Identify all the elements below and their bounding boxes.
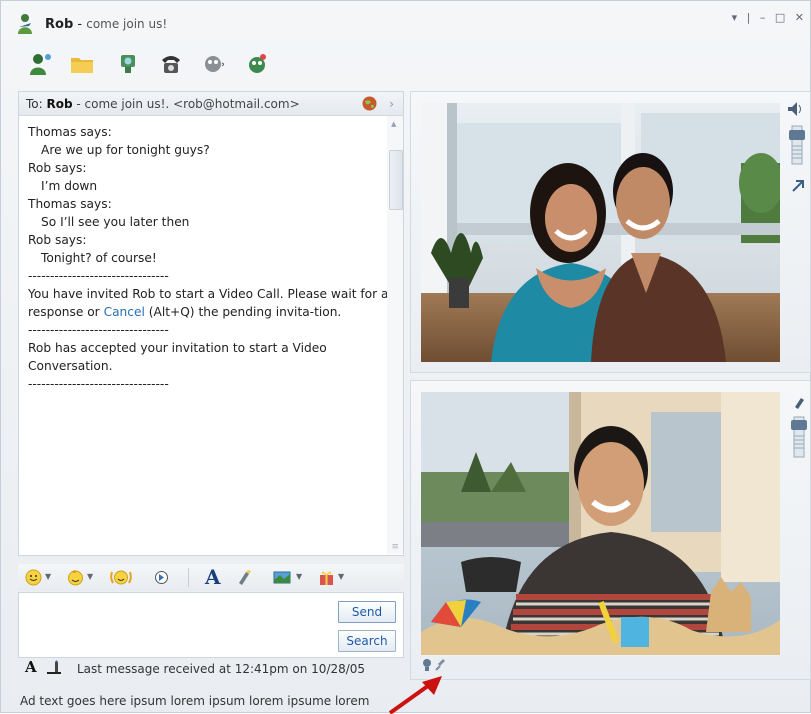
nudge-icon[interactable] [153,569,170,586]
chevron-down-icon[interactable]: ▼ [296,572,302,581]
window-controls: ▾ | – □ ✕ [730,11,806,24]
message-line: So I’ll see you later then [41,215,190,229]
divider-line: -------------------------------- [28,269,169,283]
contact-video-panel [410,91,811,373]
my-video-feed [421,392,780,655]
winks-icon[interactable] [273,569,293,586]
message-line: Thomas says: [28,125,112,139]
message-line: I’m down [41,179,98,193]
emoticon-bar: ▼ ▼ A ▼ ▼ [18,564,404,591]
message-line: Rob says: [28,161,87,175]
font-icon[interactable]: A [205,565,221,589]
to-prefix: To: [26,97,47,111]
message-line: Tonight? of course! [41,251,157,265]
accepted-notice: Rob has accepted your invitation to star… [28,341,327,373]
conversation-panel: To: Rob - come join us!. <rob@hotmail.co… [18,91,404,556]
webcam-icon[interactable] [116,51,142,77]
invite-contact-icon[interactable] [27,51,53,77]
games-icon[interactable] [244,51,270,77]
history-scrollbar[interactable]: ▲ ≡ [387,116,403,554]
chevron-right-icon[interactable]: › [389,92,394,116]
globe-icon[interactable] [362,96,377,111]
resize-grip-icon[interactable]: ≡ [391,542,399,552]
animated-emoticon-icon[interactable] [110,569,132,586]
invite-notice: You have invited Rob to start a Video Ca… [28,285,390,321]
message-line: Are we up for tonight guys? [41,143,210,157]
message-line: Thomas says: [28,197,112,211]
close-icon[interactable]: ✕ [795,11,806,24]
contact-video-feed [421,103,780,362]
pointer-arrow-annotation [388,676,442,714]
minimize-icon[interactable]: – [760,11,768,24]
gift-icon[interactable] [318,569,335,586]
chevron-down-icon[interactable]: ▼ [45,572,51,581]
microphone-volume-control[interactable] [787,395,809,461]
expand-video-icon[interactable] [787,178,809,194]
send-button[interactable]: Send [338,601,396,623]
change-font-icon[interactable]: A [25,658,37,676]
messenger-window: Rob - come join us! ▾ | – □ ✕ To: Rob - … [0,0,811,714]
chevron-down-icon[interactable]: ▼ [87,572,93,581]
window-title: Rob - come join us! [45,17,167,32]
title-separator: - [73,17,87,32]
scroll-thumb[interactable] [389,150,403,210]
title-contact-status: come join us! [86,17,168,31]
background-icon[interactable] [236,569,253,586]
handwriting-icon[interactable] [46,660,62,676]
ad-banner-text[interactable]: Ad text goes here ipsum lorem ipsum lore… [20,694,369,708]
title-bar: Rob - come join us! ▾ | – □ ✕ [1,1,811,45]
divider-line: -------------------------------- [28,377,169,391]
scroll-up-icon[interactable]: ▲ [391,120,396,128]
my-video-panel [410,380,811,680]
chevron-down-icon[interactable]: ▼ [338,572,344,581]
cancel-link[interactable]: Cancel [104,305,145,319]
last-message-status: Last message received at 12:41pm on 10/2… [77,662,366,676]
activities-icon[interactable] [202,51,228,77]
messenger-buddy-icon [18,14,32,34]
status-bar: A Last message received at 12:41pm on 10… [18,658,404,680]
message-line: Rob says: [28,233,87,247]
title-contact-name: Rob [45,17,74,32]
send-files-icon[interactable] [69,51,95,77]
wink-icon[interactable] [67,569,84,586]
toolbar-separator [188,568,189,587]
message-input[interactable]: Send Search [18,592,404,658]
search-button[interactable]: Search [338,630,396,652]
to-contact-name[interactable]: Rob [47,97,73,111]
speaker-volume-control[interactable] [785,100,807,190]
divider-line: -------------------------------- [28,323,169,337]
message-history: Thomas says: Are we up for tonight guys?… [28,123,390,393]
microphone-icon[interactable] [434,658,446,672]
to-contact-details: - come join us!. <rob@hotmail.com> [72,97,300,111]
emoticon-icon[interactable] [25,569,42,586]
invite-notice-tail: (Alt+Q) the pending invita-tion. [144,305,342,319]
control-separator: | [746,11,753,24]
to-bar: To: Rob - come join us!. <rob@hotmail.co… [19,92,403,116]
menu-dropdown-icon[interactable]: ▾ [732,11,740,24]
maximize-icon[interactable]: □ [775,11,787,24]
webcam-settings-icon[interactable] [421,658,433,672]
phone-call-icon[interactable] [158,51,184,77]
